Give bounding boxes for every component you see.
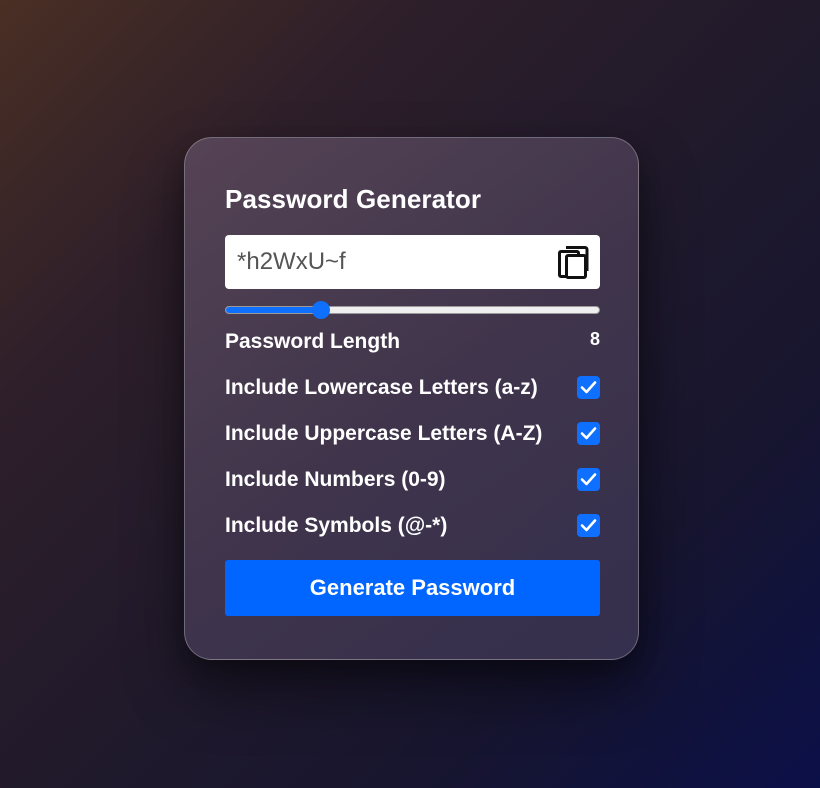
option-numbers: Include Numbers (0-9): [225, 465, 600, 495]
checkmark-icon: [580, 427, 597, 440]
symbols-checkbox[interactable]: [577, 514, 600, 537]
generate-password-button[interactable]: Generate Password: [225, 560, 600, 616]
option-lowercase-label: Include Lowercase Letters (a-z): [225, 376, 538, 399]
slider-track: [225, 306, 600, 314]
password-generator-card: Password Generator Password Length 8 Inc…: [184, 137, 639, 660]
numbers-checkbox[interactable]: [577, 468, 600, 491]
option-uppercase-label: Include Uppercase Letters (A-Z): [225, 422, 543, 445]
checkmark-icon: [580, 519, 597, 532]
lowercase-checkbox[interactable]: [577, 376, 600, 399]
option-symbols: Include Symbols (@-*): [225, 511, 600, 541]
option-uppercase: Include Uppercase Letters (A-Z): [225, 419, 600, 449]
password-length-label: Password Length: [225, 330, 401, 353]
password-length-value: 8: [589, 329, 600, 349]
copy-icon[interactable]: [558, 245, 590, 279]
password-length-row: Password Length 8: [225, 327, 600, 357]
checkmark-icon: [580, 381, 597, 394]
option-symbols-label: Include Symbols (@-*): [225, 514, 448, 537]
option-numbers-label: Include Numbers (0-9): [225, 468, 446, 491]
slider-thumb[interactable]: [312, 301, 330, 319]
app-title: Password Generator: [225, 184, 482, 214]
slider-fill: [226, 307, 322, 313]
password-output-field[interactable]: [237, 235, 547, 289]
option-lowercase: Include Lowercase Letters (a-z): [225, 373, 600, 403]
password-length-slider[interactable]: [225, 301, 600, 319]
password-display-box: [225, 235, 600, 289]
checkmark-icon: [580, 473, 597, 486]
uppercase-checkbox[interactable]: [577, 422, 600, 445]
